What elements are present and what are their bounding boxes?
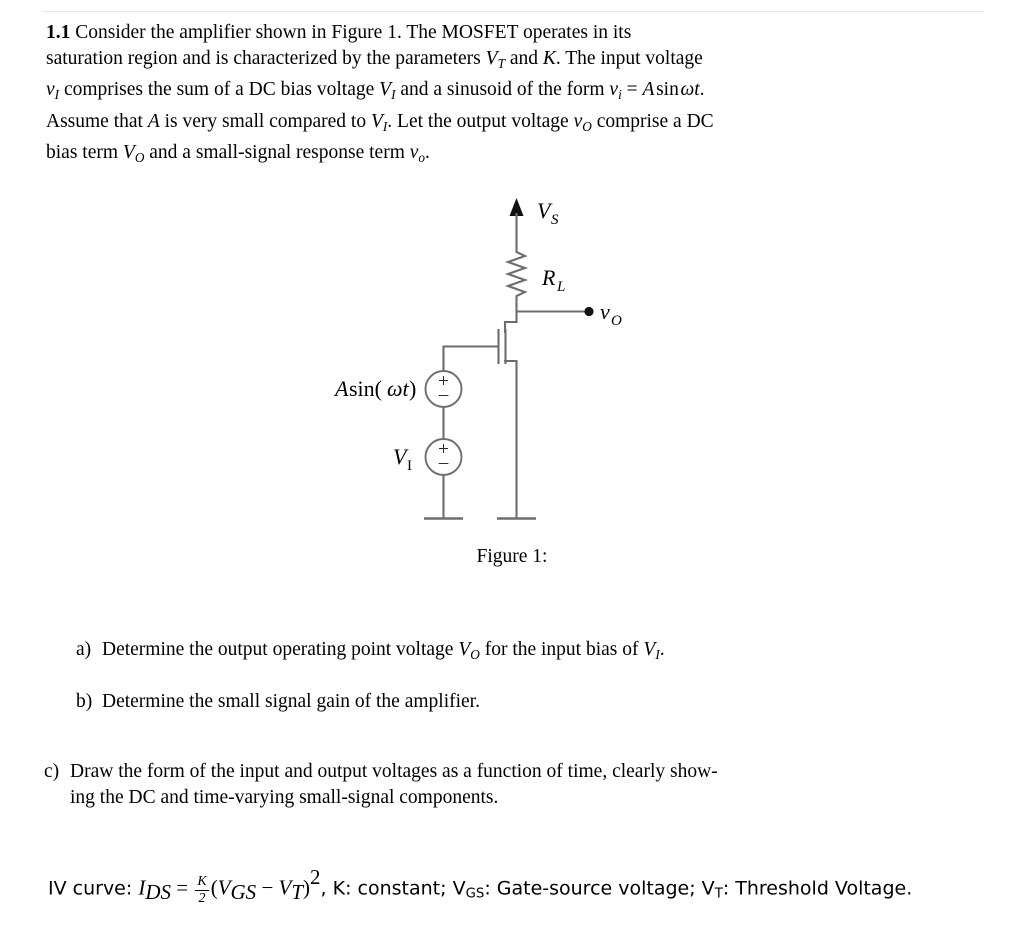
equals-sign: = (621, 79, 643, 101)
intro-line-3-text-a: comprises the sum of a DC bias voltage (59, 79, 380, 101)
iv-open-paren: ( (210, 875, 218, 900)
iv-var-IDS-sub: DS (145, 880, 171, 905)
iv-rest-c: : Threshold Voltage. (722, 877, 913, 900)
intro-line-2: saturation region and is characterized b… (46, 46, 926, 77)
intro-line-1-text: Consider the amplifier shown in Figure 1… (75, 22, 632, 43)
question-c-marker: c) (44, 761, 60, 782)
intro-line-2-text-c: . The input voltage (555, 48, 703, 70)
iv-rest-b: : Gate-source voltage; V (484, 877, 715, 900)
dc-source-minus-sign: – (438, 452, 449, 473)
question-a-var-VI: V (643, 639, 656, 660)
iv-var-VGS: V (217, 875, 231, 900)
omega-t: ωt (680, 79, 700, 101)
problem-number: 1.1 (46, 22, 71, 43)
label-ac-source-close-paren: ) (409, 376, 416, 401)
label-load-resistor: R (541, 265, 556, 290)
intro-line-5-period: . (425, 141, 430, 163)
question-a: a) Determine the output operating point … (76, 637, 936, 668)
iv-curve-formula: IV curve: IDS = K 2 (VGS − VT)2, K: consta… (48, 865, 1008, 907)
var-vI: v (46, 79, 55, 101)
iv-equals: = (171, 875, 194, 900)
intro-line-4-text-c: . Let the output voltage (387, 110, 574, 132)
question-a-text-c: . (659, 639, 665, 660)
intro-line-4: Assume that A is very small compared to … (46, 109, 926, 140)
var-A-2: A (147, 110, 160, 132)
iv-fraction-denominator: 2 (198, 891, 206, 907)
var-VO: V (122, 141, 135, 163)
intro-line-4-text-b: is very small compared to (159, 110, 371, 132)
label-ac-source-A: A (333, 376, 349, 401)
question-c-line-2: ing the DC and time-varying small-signal… (70, 787, 499, 809)
iv-var-VT-sub: T (291, 880, 304, 905)
page-top-divider (42, 11, 984, 12)
var-VT-sub: T (497, 56, 505, 72)
intro-line-5-text-b: and a small-signal response term (144, 141, 410, 163)
iv-fraction-numerator: K (195, 874, 209, 892)
question-b: b) Determine the small signal gain of th… (76, 689, 936, 715)
problem-statement: 1.1 Consider the amplifier shown in Figu… (46, 20, 926, 171)
var-vi: v (609, 79, 619, 101)
question-b-marker: b) (76, 691, 93, 712)
var-A: A (642, 79, 655, 101)
var-VI: V (379, 79, 392, 101)
iv-exponent: 2 (310, 865, 321, 889)
iv-rest-sub-GS: GS (465, 886, 485, 902)
intro-line-5: bias term VO and a small-signal response… (46, 140, 926, 171)
output-node-dot (584, 306, 594, 317)
question-c-body: Draw the form of the input and output vo… (70, 759, 944, 811)
var-vO: v (573, 110, 583, 132)
var-VI-2: V (370, 110, 383, 132)
worksheet-page: 1.1 Consider the amplifier shown in Figu… (0, 0, 1024, 939)
ac-source-minus-sign: – (438, 384, 449, 405)
intro-line-2-text-a: saturation region and is characterized b… (46, 48, 486, 70)
var-VT: V (485, 48, 498, 70)
figure-caption: Figure 1: (476, 546, 548, 567)
label-ac-source-sin: sin( (349, 376, 382, 401)
label-supply-voltage-sub: S (551, 212, 559, 228)
intro-line-5-text-a: bias term (46, 141, 123, 163)
intro-line-3-text-b: and a sinusoid of the form (395, 79, 610, 101)
intro-line-3: vI comprises the sum of a DC bias voltag… (46, 77, 926, 108)
question-c-line-1: Draw the form of the input and output vo… (70, 761, 718, 782)
label-output-voltage: v (600, 299, 610, 324)
question-a-text-b: for the input bias of (479, 639, 644, 660)
intro-line-3-period: . (699, 79, 705, 101)
intro-line-4-text-d: comprise a DC (591, 110, 714, 132)
question-c: c) Draw the form of the input and output… (44, 759, 944, 811)
iv-minus: − (256, 875, 279, 900)
sin-operator: sin (656, 79, 679, 101)
label-dc-source-sub: I (407, 458, 412, 474)
iv-rest-a: , K: constant; V (320, 877, 466, 900)
iv-var-VGS-sub: GS (230, 880, 257, 905)
intro-line-4-text-a: Assume that (46, 110, 148, 132)
var-K: K (542, 48, 556, 70)
resistor-RL-symbol (504, 248, 529, 308)
iv-fraction-K-over-2: K2 (195, 874, 209, 907)
label-load-resistor-sub: L (556, 279, 565, 295)
iv-var-VT: V (278, 875, 292, 900)
question-a-text-a: Determine the output operating point vol… (102, 639, 459, 660)
var-vO-sub: O (582, 118, 592, 134)
supply-arrow-icon (509, 198, 524, 216)
label-output-voltage-sub: O (611, 313, 622, 329)
mosfet-source-terminal (503, 359, 518, 520)
iv-rest-sub-T: T (714, 886, 723, 902)
wire-gate-to-ac-source (442, 345, 500, 373)
question-a-marker: a) (76, 639, 92, 660)
mosfet-drain-terminal (503, 320, 518, 334)
iv-close-paren: ) (303, 875, 311, 900)
question-a-body: Determine the output operating point vol… (102, 637, 936, 668)
iv-curve-label: IV curve: (48, 877, 139, 900)
intro-line-2-text-b: and (504, 48, 543, 70)
label-ac-source-omega-t: ωt (387, 376, 410, 401)
intro-line-1: 1.1 Consider the amplifier shown in Figu… (46, 20, 926, 46)
question-a-var-VO: V (458, 639, 471, 660)
question-b-body: Determine the small signal gain of the a… (102, 691, 480, 712)
var-VO-sub: O (134, 149, 145, 165)
question-a-var-VO-sub: O (470, 646, 480, 662)
